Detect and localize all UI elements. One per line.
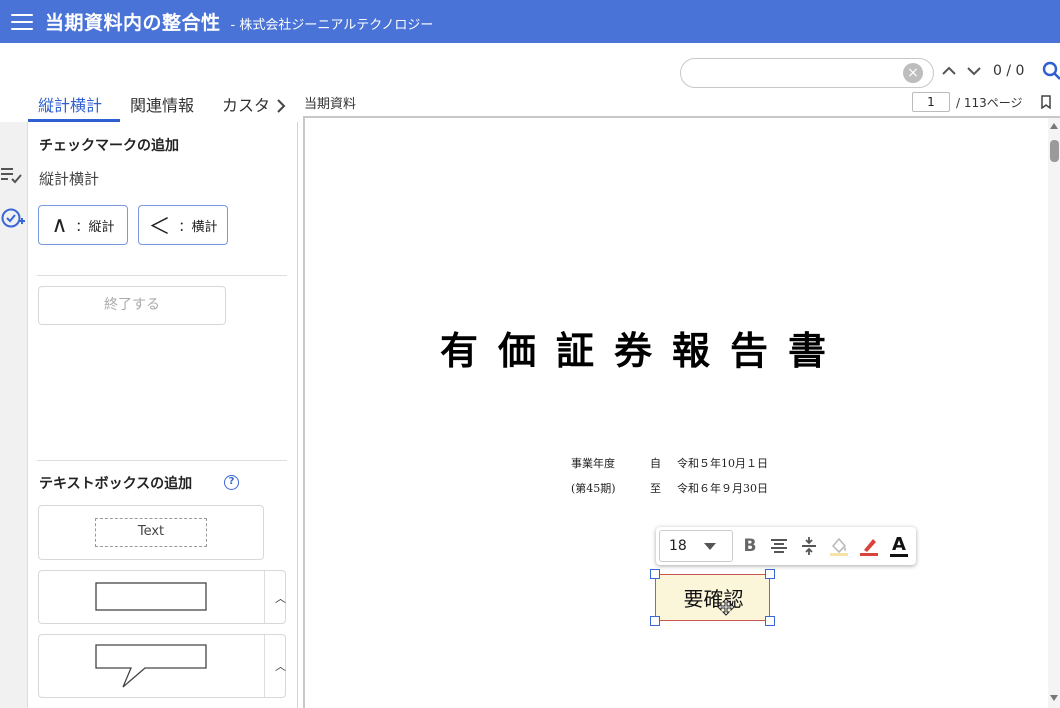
rectangle-shape-icon <box>95 582 207 611</box>
horizontal-mark-glyph: ＜ <box>148 215 171 240</box>
text-format-toolbar: 18 B A <box>656 527 916 565</box>
search-result-count: 0 / 0 <box>993 63 1025 79</box>
help-icon[interactable]: ? <box>224 475 239 490</box>
chevron-up-icon[interactable]: ︿ <box>275 658 286 674</box>
text-color-icon: A <box>892 534 906 555</box>
horizontal-sum-button[interactable]: ＜ ：横計 <box>138 205 228 245</box>
clear-search-icon[interactable]: × <box>903 63 923 83</box>
resize-handle-bottom-left[interactable] <box>650 616 660 626</box>
vertical-mark-glyph: ∧ <box>51 212 68 238</box>
chevron-up-icon[interactable] <box>940 62 958 80</box>
tab-vertical-horizontal[interactable]: 縦計横計 <box>38 94 102 122</box>
viewer-label: 当期資料 <box>304 97 357 112</box>
fiscal-year-label: 事業年度 <box>571 457 615 470</box>
checklist-icon[interactable] <box>0 164 26 186</box>
to-label: 至 <box>650 482 661 495</box>
resize-handle-top-left[interactable] <box>650 569 660 579</box>
tab-related-info[interactable]: 関連情報 <box>130 94 194 122</box>
resize-handle-bottom-right[interactable] <box>765 616 775 626</box>
chevron-up-icon[interactable]: ︿ <box>275 590 286 606</box>
company-name: - 株式会社ジーニアルテクノロジー <box>230 17 434 33</box>
to-date: 令和６年９月30日 <box>677 482 768 495</box>
app-header: 当期資料内の整合性 - 株式会社ジーニアルテクノロジー <box>0 0 1060 43</box>
card-divider <box>264 635 265 697</box>
left-rail <box>0 122 28 708</box>
textbox-callout-option[interactable]: ︿ <box>38 634 286 698</box>
chevron-right-icon[interactable] <box>274 98 288 114</box>
tool-panel: チェックマークの追加 縦計横計 ∧ ：縦計 ＜ ：横計 終了する テキストボック… <box>28 122 298 708</box>
bookmark-icon[interactable] <box>1040 95 1052 109</box>
fill-color-icon[interactable] <box>828 535 850 557</box>
scroll-down-icon[interactable] <box>1049 694 1059 702</box>
add-check-icon[interactable] <box>0 206 26 230</box>
font-size-select[interactable]: 18 <box>659 530 733 562</box>
menu-icon[interactable] <box>11 13 33 30</box>
period-label: (第45期) <box>571 482 616 495</box>
from-label: 自 <box>650 457 661 470</box>
app: 当期資料内の整合性 - 株式会社ジーニアルテクノロジー × 0 / 0 縦計横計… <box>0 0 1060 708</box>
divider <box>37 460 287 461</box>
scroll-up-icon[interactable] <box>1049 122 1059 130</box>
checkmark-section-title: チェックマークの追加 <box>39 138 179 154</box>
scroll-thumb[interactable] <box>1050 140 1059 162</box>
vertical-sum-button[interactable]: ∧ ：縦計 <box>38 205 128 245</box>
textbox-section-title: テキストボックスの追加 <box>39 476 193 492</box>
bold-button[interactable]: B <box>739 535 761 557</box>
panel-tabs: 縦計横計 関連情報 カスタ <box>28 94 298 122</box>
textbox-plain-option[interactable]: Text <box>38 505 264 560</box>
checkmark-sub-label: 縦計横計 <box>39 170 100 188</box>
text-color-button[interactable]: A <box>888 535 910 557</box>
from-date: 令和５年10月１日 <box>677 457 768 470</box>
text-color-swatch <box>890 554 908 557</box>
speech-bubble-icon <box>95 644 207 688</box>
resize-handle-top-right[interactable] <box>765 569 775 579</box>
scrollbar[interactable] <box>1048 118 1060 708</box>
border-color-icon[interactable] <box>858 535 880 557</box>
page-title: 当期資料内の整合性 <box>45 12 221 34</box>
align-center-icon[interactable] <box>768 535 790 557</box>
annotation-textbox[interactable]: 要確認 <box>655 574 770 621</box>
divider <box>37 275 287 276</box>
move-cursor-icon <box>717 598 735 616</box>
tab-custom[interactable]: カスタ <box>222 94 268 122</box>
search-icon[interactable] <box>1042 61 1060 81</box>
dropdown-caret-icon <box>704 543 716 550</box>
annotation-text: 要確認 <box>683 587 744 611</box>
page-total: / 113ページ <box>956 96 1023 110</box>
horizontal-sum-label: ：横計 <box>178 219 218 235</box>
search-input[interactable]: × <box>680 58 934 88</box>
card-divider <box>264 571 265 623</box>
text-sample: Text <box>95 518 207 547</box>
vertical-sum-label: ：縦計 <box>75 219 115 235</box>
font-size-value: 18 <box>669 538 687 554</box>
vertical-align-icon[interactable] <box>798 535 820 557</box>
textbox-rectangle-option[interactable]: ︿ <box>38 570 286 624</box>
page-number-input[interactable]: 1 <box>912 92 950 112</box>
finish-button[interactable]: 終了する <box>38 286 226 325</box>
document-title: 有価証券報告書 <box>440 328 847 373</box>
chevron-down-icon[interactable] <box>965 62 983 80</box>
